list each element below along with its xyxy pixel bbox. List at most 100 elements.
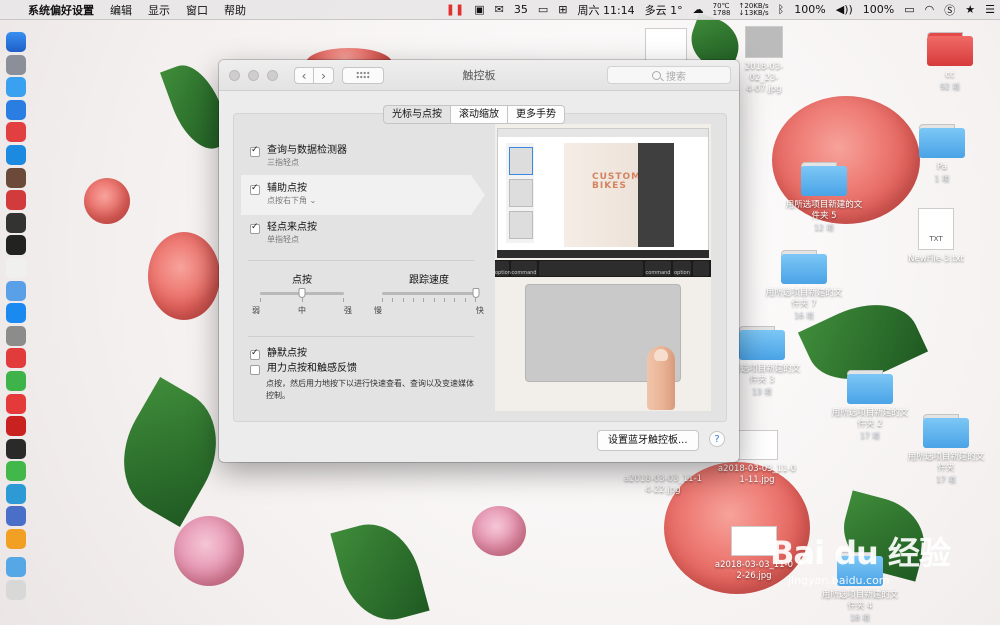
app-store-icon[interactable] xyxy=(6,303,26,324)
contacts-icon[interactable] xyxy=(6,99,26,120)
desktop-folder-cc[interactable]: cc 92 项 xyxy=(922,32,978,92)
option-tap-to-click[interactable]: 轻点来点按 单指轻点 xyxy=(250,221,317,245)
terminal-icon[interactable] xyxy=(6,235,26,256)
forward-button[interactable]: › xyxy=(314,66,334,84)
wechat-dock-icon[interactable] xyxy=(6,461,26,482)
desktop-file-jpg[interactable]: a2018-03-03_11-1 4-22.jpg xyxy=(616,474,710,496)
preview-finger xyxy=(647,346,675,410)
system-preferences-icon[interactable] xyxy=(6,325,26,346)
tap-to-click-checkbox[interactable] xyxy=(250,222,260,234)
menubar-weather[interactable]: 多云 1° xyxy=(640,2,688,18)
slider-knob[interactable] xyxy=(472,288,480,298)
slider-track[interactable] xyxy=(260,288,344,298)
thumbnail-image xyxy=(745,26,783,58)
search-field[interactable]: 搜索 xyxy=(607,66,731,84)
lookup-checkbox[interactable] xyxy=(250,145,260,157)
menu-app-name[interactable]: 系统偏好设置 xyxy=(20,2,102,18)
wechat-icon[interactable]: ✉ xyxy=(490,3,509,16)
tab-scroll-zoom[interactable]: 滚动缩放 xyxy=(451,105,508,124)
desktop-folder-7[interactable]: 用所选项目新建的文 件夹 7 16 项 xyxy=(756,250,852,321)
menu-view[interactable]: 显示 xyxy=(140,2,178,18)
help-button[interactable]: ? xyxy=(709,431,725,447)
app-red-icon[interactable] xyxy=(6,122,26,143)
zoom-button[interactable] xyxy=(267,69,278,81)
windows-icon[interactable] xyxy=(6,529,26,550)
battery-level[interactable]: 100% xyxy=(858,3,899,16)
desktop-folder[interactable]: 用所选项目新建的文 件夹 17 项 xyxy=(898,414,994,485)
rose-decoration xyxy=(84,178,130,224)
menu-help[interactable]: 帮助 xyxy=(216,2,254,18)
desktop-folder-5[interactable]: 用所选项目新建的文 件夹 5 12 项 xyxy=(776,162,872,233)
force-click-checkbox[interactable] xyxy=(250,365,260,375)
menubar-datetime[interactable]: 周六 11:14 xyxy=(572,2,639,18)
app-brown-icon[interactable] xyxy=(6,167,26,188)
slider-track[interactable] xyxy=(382,288,480,298)
news-icon[interactable]: ▣ xyxy=(469,3,489,16)
netease-music-icon[interactable] xyxy=(6,393,26,414)
app-light-icon[interactable] xyxy=(6,257,26,278)
option-label: 轻点来点按 xyxy=(267,222,317,233)
tracking-speed-slider[interactable]: 跟踪速度 慢 快 xyxy=(374,271,484,316)
option-force-click[interactable]: 用力点按和触感反馈 xyxy=(250,362,357,376)
app-s-icon[interactable]: Ⓢ xyxy=(939,2,960,18)
desktop-file-jpg[interactable]: 2018-03-02_23- 4-07.jpg xyxy=(734,26,794,95)
option-silent-click[interactable]: 静默点按 xyxy=(250,347,307,361)
folder-count: 12 项 xyxy=(814,223,834,232)
app-dark-icon[interactable] xyxy=(6,438,26,459)
bluetooth-icon[interactable]: ᛒ xyxy=(773,3,790,16)
app-blue-icon[interactable] xyxy=(6,144,26,165)
app-teal-icon[interactable] xyxy=(6,483,26,504)
file-name-2: 4-22.jpg xyxy=(645,485,681,495)
desktop-folder-pa[interactable]: Pa 1 项 xyxy=(914,124,970,184)
vivaldi-icon[interactable] xyxy=(6,416,26,437)
safari-icon[interactable] xyxy=(6,77,26,98)
title-bar[interactable]: ‹ › 触控板 搜索 xyxy=(219,60,739,91)
option-lookup[interactable]: 查询与数据检测器 三指轻点 xyxy=(250,144,347,168)
window-layout-icon[interactable]: ⊞ xyxy=(553,3,572,16)
weather-cloud-icon[interactable]: ☁ xyxy=(688,3,709,16)
app-red2-icon[interactable] xyxy=(6,190,26,211)
folder-name: 用所选项目新建的文 xyxy=(785,200,863,210)
file-name: 2018-03-02_23- xyxy=(744,62,784,83)
menu-window[interactable]: 窗口 xyxy=(178,2,216,18)
folder-name: cc xyxy=(945,70,955,80)
chrome-icon[interactable] xyxy=(6,370,26,391)
desktop-file-txt[interactable]: TXT NewFile-3.txt xyxy=(898,208,974,265)
silent-click-checkbox[interactable] xyxy=(250,348,260,360)
battery-icon[interactable]: ▭ xyxy=(899,3,919,16)
close-button[interactable] xyxy=(229,69,240,81)
option-secondary-click[interactable]: 辅助点按 点按右下角 ⌄ xyxy=(250,182,316,206)
folder-name: 用所选项目新建的文 xyxy=(821,590,899,600)
system-stats[interactable]: 70℃ 1788 xyxy=(709,2,735,17)
menu-edit[interactable]: 编辑 xyxy=(102,2,140,18)
downloads-folder-icon[interactable] xyxy=(6,557,26,578)
launchpad-icon[interactable] xyxy=(6,54,26,75)
secondary-click-checkbox[interactable] xyxy=(250,183,260,195)
tab-more-gestures[interactable]: 更多手势 xyxy=(508,105,565,124)
show-all-button[interactable] xyxy=(342,66,384,84)
pause-icon[interactable]: ❚❚ xyxy=(441,3,469,16)
tab-point-click[interactable]: 光标与点按 xyxy=(383,105,451,124)
network-speed[interactable]: ↑20KB/s ↓13KB/s xyxy=(735,2,773,17)
secondary-click-dropdown[interactable]: 点按右下角 ⌄ xyxy=(267,196,316,206)
force-click-description: 点按，然后用力地按下以进行快速查看、查询以及变速媒体控制。 xyxy=(266,379,474,400)
yandex-icon[interactable] xyxy=(6,348,26,369)
finder-icon[interactable] xyxy=(6,32,26,52)
click-pressure-slider[interactable]: 点按 弱 中 强 xyxy=(252,271,352,316)
slider-knob[interactable] xyxy=(298,288,306,298)
activity-monitor-icon[interactable] xyxy=(6,212,26,233)
volume-level[interactable]: 100% xyxy=(789,3,830,16)
tab-bar: 光标与点按 滚动缩放 更多手势 xyxy=(383,105,565,124)
list-menu-icon[interactable]: ☰ xyxy=(980,3,1000,16)
setup-bluetooth-trackpad-button[interactable]: 设置蓝牙触控板... xyxy=(597,430,699,451)
minimize-button[interactable] xyxy=(248,69,259,81)
wifi-icon[interactable]: ◠ xyxy=(920,3,940,16)
speaker-icon[interactable]: ◀)) xyxy=(831,3,858,16)
trash-icon[interactable] xyxy=(6,579,26,600)
display-icon[interactable]: ▭ xyxy=(533,3,553,16)
back-button[interactable]: ‹ xyxy=(294,66,314,84)
remote-desktop-icon[interactable] xyxy=(6,506,26,527)
tab-content-panel: 查询与数据检测器 三指轻点 辅助点按 点按右下角 ⌄ 轻点来点按 单指轻点 xyxy=(233,113,727,422)
star-icon[interactable]: ★ xyxy=(960,3,980,16)
siri-icon[interactable] xyxy=(6,280,26,301)
